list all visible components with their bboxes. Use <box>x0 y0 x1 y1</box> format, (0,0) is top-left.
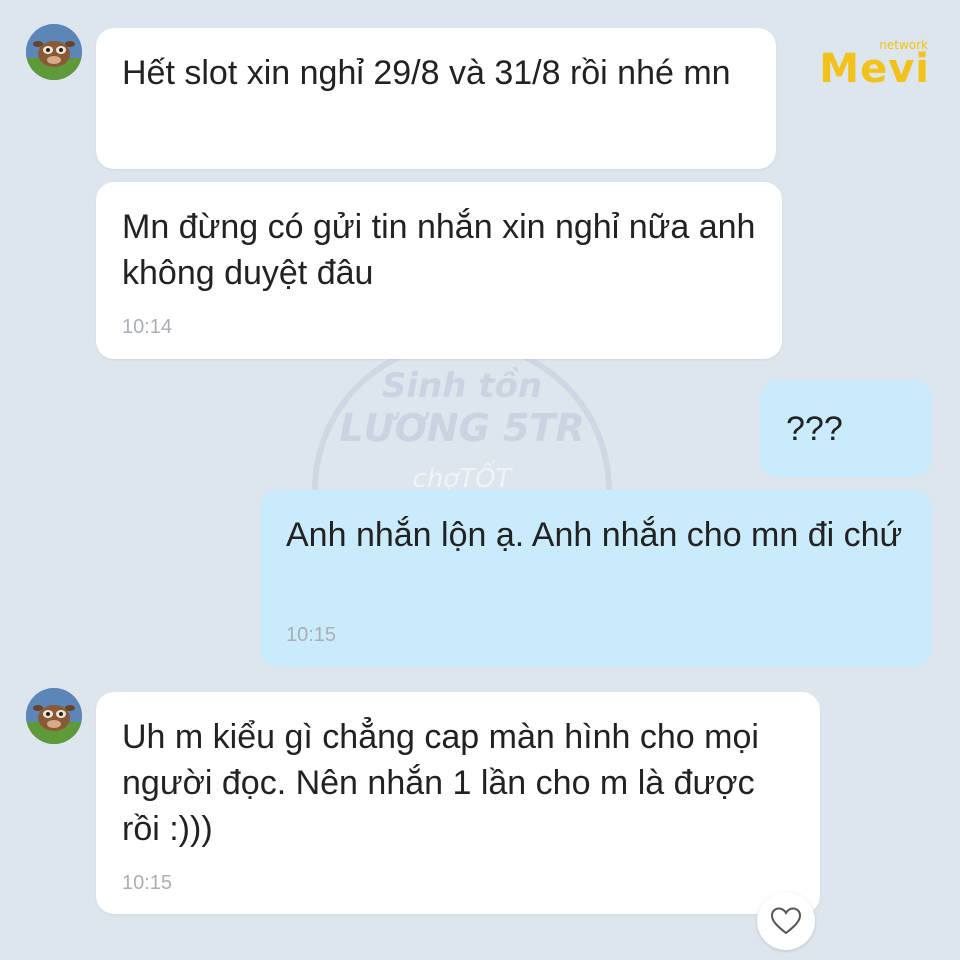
watermark-line-1: Sinh tồn <box>381 366 543 406</box>
heart-icon <box>771 907 801 935</box>
message-timestamp: 10:15 <box>286 624 337 646</box>
message-timestamp: 10:15 <box>122 872 173 894</box>
brand-logo: network Mevi <box>790 36 930 96</box>
message-timestamp: 10:14 <box>122 316 173 338</box>
avatar-icon <box>26 24 82 80</box>
message-bubble-incoming[interactable]: Hết slot xin nghỉ 29/8 và 31/8 rồi nhé m… <box>96 28 776 169</box>
message-text: Anh nhắn lộn ạ. Anh nhắn cho mn đi chứ <box>286 516 903 554</box>
avatar-icon <box>26 688 82 744</box>
message-bubble-incoming[interactable]: Uh m kiểu gì chẳng cap màn hình cho mọi … <box>96 692 820 914</box>
chat-screen: Sinh tồn LƯƠNG 5TR chợTỐT network Mevi H… <box>0 0 960 960</box>
message-text: ??? <box>786 410 843 448</box>
message-bubble-outgoing[interactable]: Anh nhắn lộn ạ. Anh nhắn cho mn đi chứ 1… <box>260 490 932 667</box>
brand-name: Mevi <box>819 46 930 92</box>
message-bubble-incoming[interactable]: Mn đừng có gửi tin nhắn xin nghỉ nữa anh… <box>96 182 782 359</box>
message-text: Hết slot xin nghỉ 29/8 và 31/8 rồi nhé m… <box>122 54 731 92</box>
message-text: Uh m kiểu gì chẳng cap màn hình cho mọi … <box>122 718 759 848</box>
message-bubble-outgoing[interactable]: ??? <box>760 380 932 477</box>
avatar[interactable] <box>26 24 82 80</box>
message-text: Mn đừng có gửi tin nhắn xin nghỉ nữa anh… <box>122 208 756 292</box>
watermark-line-2: LƯƠNG 5TR <box>339 406 585 450</box>
like-button[interactable] <box>757 892 815 950</box>
avatar[interactable] <box>26 688 82 744</box>
